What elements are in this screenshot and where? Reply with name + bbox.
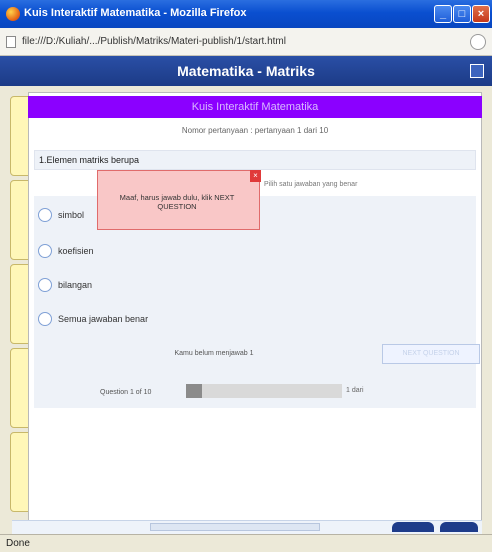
app-title: Matematika - Matriks: [177, 63, 315, 79]
horizontal-scrollbar[interactable]: [150, 523, 320, 531]
address-url[interactable]: file:///D:/Kuliah/.../Publish/Matriks/Ma…: [22, 36, 286, 47]
maximize-button[interactable]: □: [453, 5, 471, 23]
progress-label: Question 1 of 10: [100, 389, 152, 396]
answer-label: Semua jawaban benar: [58, 314, 149, 324]
quiz-banner: Kuis Interaktif Matematika: [28, 96, 482, 118]
progress-fill: [186, 384, 202, 398]
window-title: Kuis Interaktif Matematika - Mozilla Fir…: [24, 7, 247, 19]
answered-message: Kamu belum menjawab 1: [174, 350, 254, 357]
bottom-tab-button-2[interactable]: [440, 522, 478, 532]
progress-track: [186, 384, 342, 398]
answer-label: simbol: [58, 210, 85, 220]
warning-popup-text: Maaf, harus jawab dulu, klik NEXT QUESTI…: [119, 193, 235, 211]
minimize-button[interactable]: _: [434, 5, 452, 23]
status-text: Done: [6, 538, 30, 549]
radio-button-icon[interactable]: [38, 244, 52, 258]
status-bar: Done: [0, 534, 492, 552]
answer-option-2[interactable]: koefisien: [34, 236, 476, 266]
close-button[interactable]: ×: [472, 5, 490, 23]
question-text: 1.Elemen matriks berupa: [34, 150, 476, 170]
side-tab-5[interactable]: [10, 432, 30, 512]
radio-button-icon[interactable]: [38, 312, 52, 326]
next-question-button[interactable]: NEXT QUESTION: [382, 344, 480, 364]
side-tab-4[interactable]: [10, 348, 30, 428]
answer-option-4[interactable]: Semua jawaban benar: [34, 304, 476, 334]
side-tab-3[interactable]: [10, 264, 30, 344]
side-tab-2[interactable]: [10, 180, 30, 260]
window-titlebar: Kuis Interaktif Matematika - Mozilla Fir…: [0, 0, 492, 28]
page-icon: [6, 36, 16, 48]
progress-count: 1 dari: [346, 387, 364, 394]
answer-label: koefisien: [58, 246, 94, 256]
question-counter: Nomor pertanyaan : pertanyaan 1 dari 10: [181, 126, 329, 135]
radio-button-icon[interactable]: [38, 208, 52, 222]
menu-icon[interactable]: [470, 64, 484, 78]
radio-button-icon[interactable]: [38, 278, 52, 292]
side-tab-1[interactable]: [10, 96, 30, 176]
answer-option-3[interactable]: bilangan: [34, 270, 476, 300]
app-header: Matematika - Matriks: [0, 56, 492, 86]
question-hint: Pilih satu jawaban yang benar: [264, 181, 358, 188]
bottom-tab-button[interactable]: [392, 522, 434, 532]
address-bar[interactable]: file:///D:/Kuliah/.../Publish/Matriks/Ma…: [0, 28, 492, 56]
firefox-icon: [6, 7, 20, 21]
rss-icon[interactable]: [470, 34, 486, 50]
popup-close-button[interactable]: ×: [250, 170, 261, 182]
answer-label: bilangan: [58, 280, 93, 290]
